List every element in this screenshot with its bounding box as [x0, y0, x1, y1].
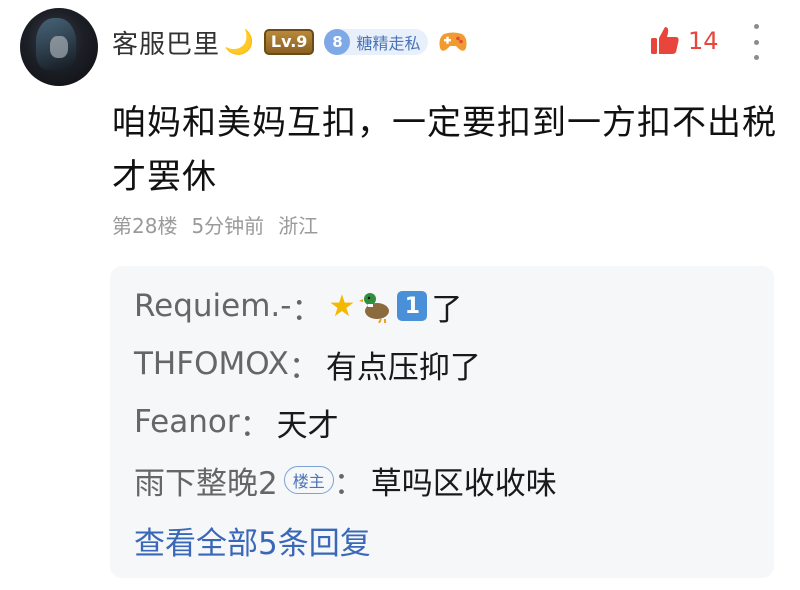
replies-panel: Requiem.- ： ★ 1 了 THFOMOX ： 有点压抑了 Feanor…	[110, 266, 774, 578]
reply-text: 天才	[276, 407, 339, 444]
comment-meta: 第28楼 5分钟前 浙江	[112, 210, 318, 239]
reply-colon: ：	[239, 407, 271, 444]
reply-colon: ：	[333, 465, 365, 502]
reply-colon: ：	[291, 291, 323, 328]
reply-author[interactable]: Feanor	[134, 404, 240, 440]
reply-author[interactable]: Requiem.-	[134, 288, 291, 324]
gamepad-icon	[439, 32, 467, 51]
fan-badge-level: 8	[324, 29, 351, 55]
more-vertical-icon[interactable]	[748, 24, 764, 60]
user-avatar[interactable]	[20, 8, 98, 86]
keycap-one-emoji-icon: 1	[397, 291, 428, 321]
view-all-replies-link[interactable]: 查看全部5条回复	[134, 518, 371, 562]
thumbs-up-icon	[651, 27, 679, 54]
like-count: 14	[688, 27, 719, 55]
level-badge: Lv.9	[263, 29, 315, 55]
op-badge: 楼主	[283, 466, 334, 494]
reply-text: 了	[431, 291, 463, 328]
reply-author[interactable]: THFOMOX	[134, 346, 289, 382]
reply-text: 草吗区收收味	[370, 465, 557, 502]
like-button[interactable]: 14	[648, 24, 719, 58]
reply-item[interactable]: 雨下整晚2 楼主 ： 草吗区收收味	[134, 458, 557, 502]
post-time: 5分钟前	[191, 214, 265, 238]
floor-number: 第28楼	[112, 214, 178, 238]
reply-colon: ：	[288, 349, 320, 386]
reply-item[interactable]: THFOMOX ： 有点压抑了	[134, 342, 481, 386]
star-emoji-icon: ★	[328, 288, 356, 324]
reply-text: 有点压抑了	[325, 349, 481, 386]
fan-badge-name: 糖精走私	[356, 34, 421, 53]
ip-location: 浙江	[278, 214, 319, 238]
comment-text: 咱妈和美妈互扣，一定要扣到一方扣不出税才罢休	[112, 103, 777, 197]
avatar-face-shape	[50, 36, 68, 58]
crescent-moon-icon: 🌙	[224, 28, 254, 56]
fan-badge[interactable]: 8 糖精走私	[324, 29, 429, 55]
reply-author[interactable]: 雨下整晚2	[134, 458, 278, 503]
username[interactable]: 客服巴里	[112, 24, 220, 61]
comment-header: 客服巴里 🌙 Lv.9 8 糖精走私	[112, 22, 468, 62]
reply-item[interactable]: Requiem.- ： ★ 1 了	[134, 284, 462, 328]
duck-emoji-icon	[359, 293, 390, 323]
reply-item[interactable]: Feanor ： 天才	[134, 400, 339, 444]
view-all-replies-label: 查看全部5条回复	[134, 525, 371, 562]
